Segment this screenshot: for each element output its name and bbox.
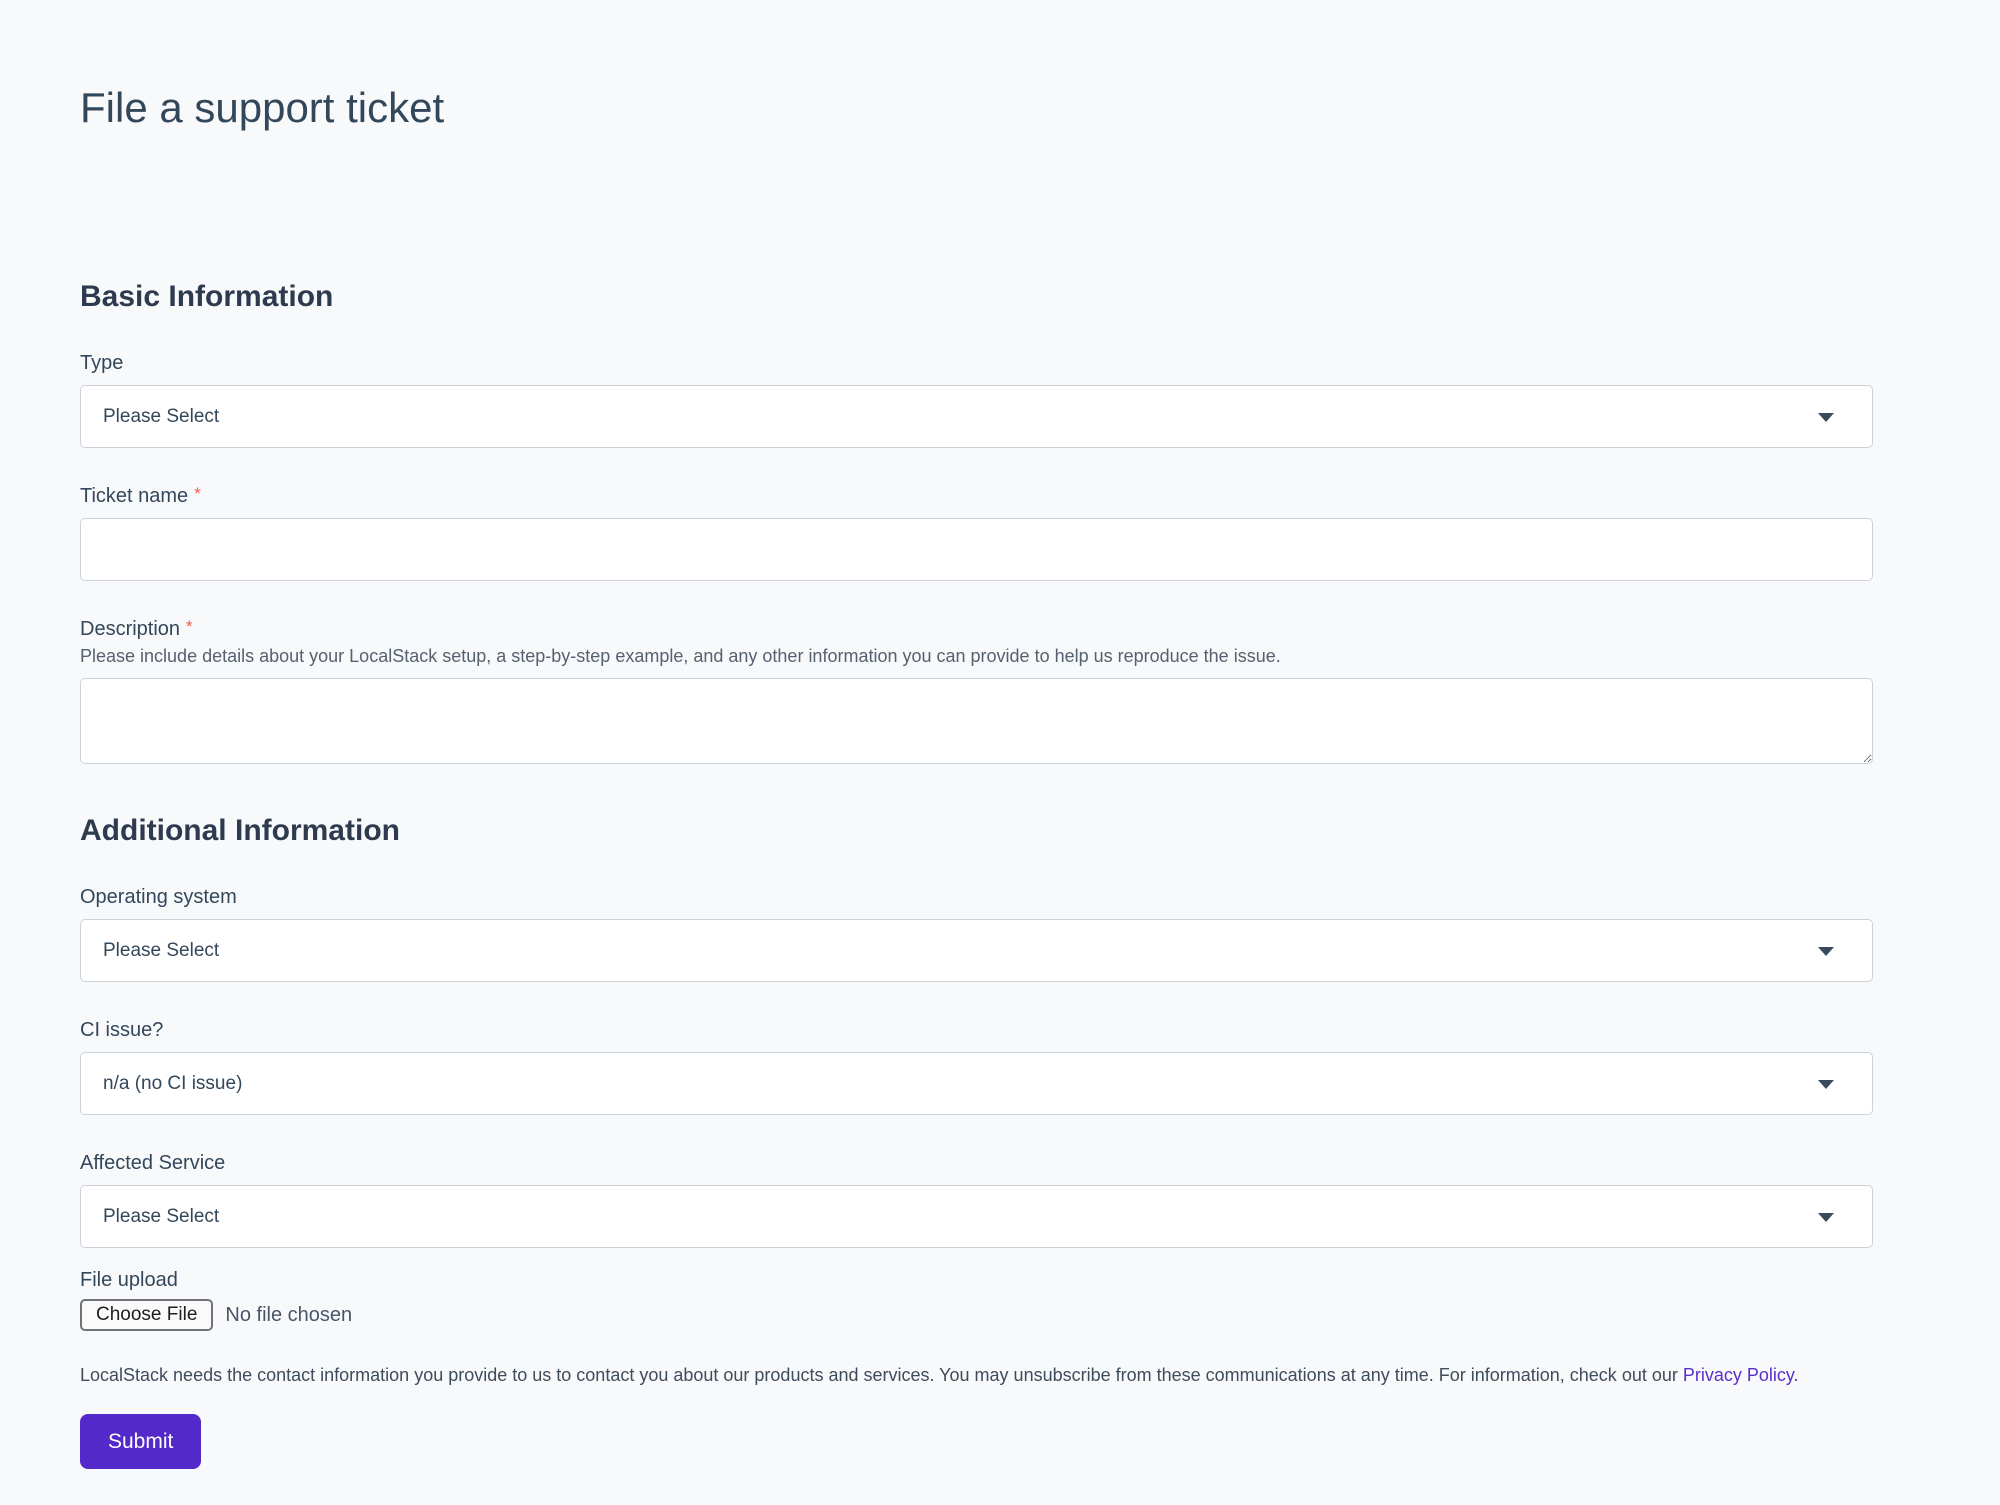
type-label: Type — [80, 349, 1920, 377]
field-operating-system: Operating system Please Select — [80, 883, 1920, 982]
affected-service-select[interactable]: Please Select — [80, 1185, 1873, 1248]
description-label: Description* — [80, 615, 1920, 643]
field-type: Type Please Select — [80, 349, 1920, 448]
file-status-text: No file chosen — [225, 1304, 352, 1327]
page-title: File a support ticket — [80, 84, 1920, 132]
field-description: Description* Please include details abou… — [80, 615, 1920, 769]
field-file-upload: File upload Choose File No file chosen — [80, 1266, 1920, 1332]
affected-service-label: Affected Service — [80, 1149, 1920, 1177]
ci-issue-label: CI issue? — [80, 1016, 1920, 1044]
ticket-name-input[interactable] — [80, 518, 1873, 581]
field-affected-service: Affected Service Please Select — [80, 1149, 1920, 1248]
privacy-text: LocalStack needs the contact information… — [80, 1365, 1683, 1385]
required-asterisk: * — [194, 484, 201, 503]
description-helper-text: Please include details about your LocalS… — [80, 643, 1920, 670]
choose-file-button[interactable]: Choose File — [80, 1299, 213, 1331]
support-ticket-page: File a support ticket Basic Information … — [0, 0, 2000, 1505]
required-asterisk: * — [186, 617, 193, 636]
chevron-down-icon — [1818, 947, 1834, 956]
operating-system-label: Operating system — [80, 883, 1920, 911]
type-select[interactable]: Please Select — [80, 385, 1873, 448]
field-ticket-name: Ticket name* — [80, 482, 1920, 581]
submit-button[interactable]: Submit — [80, 1414, 201, 1469]
privacy-policy-link[interactable]: Privacy Policy. — [1683, 1365, 1799, 1385]
operating-system-select[interactable]: Please Select — [80, 919, 1873, 982]
affected-service-select-value: Please Select — [103, 1206, 219, 1228]
chevron-down-icon — [1818, 1213, 1834, 1222]
description-textarea[interactable] — [80, 678, 1873, 764]
privacy-notice: LocalStack needs the contact information… — [80, 1362, 1873, 1389]
operating-system-select-value: Please Select — [103, 940, 219, 962]
ticket-name-label: Ticket name* — [80, 482, 1920, 510]
section-heading-additional: Additional Information — [80, 813, 1920, 849]
field-ci-issue: CI issue? n/a (no CI issue) — [80, 1016, 1920, 1115]
file-upload-label: File upload — [80, 1266, 1920, 1294]
ci-issue-select-value: n/a (no CI issue) — [103, 1073, 242, 1095]
chevron-down-icon — [1818, 413, 1834, 422]
type-select-value: Please Select — [103, 406, 219, 428]
chevron-down-icon — [1818, 1080, 1834, 1089]
file-upload-input[interactable]: Choose File No file chosen — [80, 1298, 1920, 1332]
section-heading-basic: Basic Information — [80, 279, 1920, 315]
ci-issue-select[interactable]: n/a (no CI issue) — [80, 1052, 1873, 1115]
